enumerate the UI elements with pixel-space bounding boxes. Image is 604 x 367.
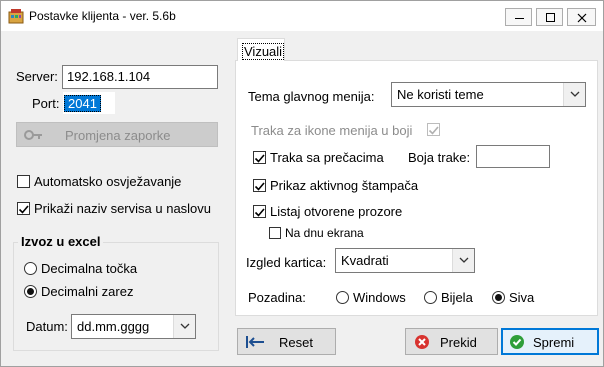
- decimal-comma-label: Decimalni zarez: [41, 284, 134, 299]
- app-icon: [8, 9, 24, 24]
- background-label: Pozadina:: [248, 290, 306, 305]
- bg-gray-radio[interactable]: [492, 291, 505, 304]
- decimal-point-label: Decimalna točka: [41, 261, 138, 276]
- port-input[interactable]: 2041: [63, 92, 115, 114]
- decimal-point-radio[interactable]: [24, 262, 37, 275]
- icon-strip-checkbox[interactable]: [427, 123, 440, 136]
- checkmark-icon: [254, 208, 265, 217]
- theme-select[interactable]: Ne koristi teme: [391, 82, 586, 107]
- strip-color-box[interactable]: [476, 145, 550, 168]
- reset-button[interactable]: Reset: [237, 328, 336, 355]
- bottom-screen-label: Na dnu ekrana: [285, 226, 364, 240]
- bg-white-radio[interactable]: [424, 291, 437, 304]
- save-button[interactable]: Spremi: [501, 328, 599, 355]
- auto-refresh-label: Automatsko osvježavanje: [34, 174, 182, 189]
- checkmark-icon: [254, 154, 265, 163]
- title-bar: Postavke klijenta - ver. 5.6b: [1, 1, 603, 31]
- date-format-value: dd.mm.gggg: [77, 319, 150, 334]
- theme-value: Ne koristi teme: [397, 87, 484, 102]
- open-windows-label: Listaj otvorene prozore: [270, 204, 403, 219]
- window-title: Postavke klijenta - ver. 5.6b: [29, 9, 176, 23]
- excel-export-title: Izvoz u excel: [18, 234, 104, 249]
- date-format-select[interactable]: dd.mm.gggg: [71, 314, 196, 339]
- tab-visual-label: Vizuali: [242, 43, 285, 60]
- server-value: 192.168.1.104: [67, 69, 151, 84]
- cards-label: Izgled kartica:: [246, 255, 327, 270]
- chevron-down-icon: [452, 249, 474, 272]
- cancel-icon: [415, 335, 429, 349]
- save-label: Spremi: [533, 335, 575, 350]
- theme-label: Tema glavnog menija:: [248, 89, 375, 104]
- chevron-down-icon: [563, 83, 585, 106]
- change-password-label: Promjena zaporke: [65, 128, 171, 143]
- checkmark-icon: [428, 126, 439, 135]
- close-button[interactable]: [567, 8, 596, 26]
- reset-label: Reset: [279, 335, 313, 350]
- cancel-label: Prekid: [440, 335, 477, 350]
- show-service-label: Prikaži naziv servisa u naslovu: [34, 201, 212, 216]
- server-input[interactable]: 192.168.1.104: [62, 65, 218, 89]
- cancel-button[interactable]: Prekid: [405, 328, 498, 355]
- shortcut-strip-checkbox[interactable]: [253, 151, 266, 164]
- key-icon: [24, 130, 42, 140]
- bottom-screen-checkbox[interactable]: [269, 227, 281, 239]
- auto-refresh-checkbox[interactable]: [17, 175, 30, 188]
- cards-select[interactable]: Kvadrati: [335, 248, 475, 273]
- minimize-icon: [515, 18, 524, 19]
- checkmark-icon: [18, 205, 29, 214]
- active-printer-label: Prikaz aktivnog štampača: [270, 178, 419, 193]
- shortcut-strip-label: Traka sa prečacima: [270, 150, 384, 165]
- bg-gray-label: Siva: [509, 290, 535, 305]
- strip-color-label: Boja trake:: [408, 150, 471, 165]
- minimize-button[interactable]: [505, 8, 532, 26]
- active-printer-checkbox[interactable]: [253, 179, 266, 192]
- chevron-down-icon: [173, 315, 195, 338]
- decimal-comma-radio[interactable]: [24, 285, 37, 298]
- checkmark-icon: [254, 182, 265, 191]
- bg-windows-radio[interactable]: [336, 291, 349, 304]
- bg-white-label: Bijela: [441, 290, 473, 305]
- bg-windows-label: Windows: [353, 290, 406, 305]
- checkmark-icon: [510, 335, 524, 349]
- port-value: 2041: [64, 95, 101, 112]
- port-label: Port:: [32, 96, 60, 111]
- arrow-left-icon: [246, 336, 264, 348]
- server-label: Server:: [16, 69, 58, 84]
- cards-value: Kvadrati: [341, 253, 389, 268]
- tab-visual[interactable]: Vizuali: [237, 38, 285, 61]
- icon-strip-label: Traka za ikone menija u boji: [251, 123, 413, 138]
- settings-window: Postavke klijenta - ver. 5.6b Server: 19…: [0, 0, 604, 367]
- close-icon: [577, 13, 587, 23]
- date-label: Datum:: [26, 319, 68, 334]
- show-service-checkbox[interactable]: [17, 202, 30, 215]
- maximize-icon: [546, 13, 555, 22]
- change-password-button[interactable]: Promjena zaporke: [16, 122, 218, 147]
- maximize-button[interactable]: [536, 8, 563, 26]
- open-windows-checkbox[interactable]: [253, 205, 266, 218]
